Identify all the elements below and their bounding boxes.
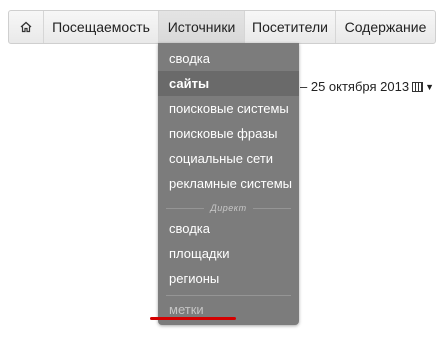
nav-home-button[interactable] bbox=[9, 11, 44, 43]
menu-item-direct-summary[interactable]: сводка bbox=[158, 216, 299, 241]
menu-item-ad-systems[interactable]: рекламные системы bbox=[158, 171, 299, 196]
date-range-text: – 25 октября 2013 bbox=[300, 79, 410, 94]
date-range-selector[interactable]: – 25 октября 2013 ▼ bbox=[300, 76, 438, 98]
menu-item-search-engines[interactable]: поисковые системы bbox=[158, 96, 299, 121]
menu-divider bbox=[166, 295, 291, 296]
sources-dropdown-menu: сводка сайты поисковые системы поисковые… bbox=[158, 43, 299, 325]
nav-item-visitors[interactable]: Посетители bbox=[245, 11, 336, 43]
menu-item-search-phrases[interactable]: поисковые фразы bbox=[158, 121, 299, 146]
highlight-underline bbox=[150, 317, 236, 320]
menu-item-social-networks[interactable]: социальные сети bbox=[158, 146, 299, 171]
nav-item-sources[interactable]: Источники bbox=[159, 11, 245, 43]
menu-item-sites[interactable]: сайты bbox=[158, 71, 299, 96]
nav-item-attendance[interactable]: Посещаемость bbox=[44, 11, 159, 43]
calendar-icon[interactable] bbox=[412, 82, 424, 92]
home-icon bbox=[20, 21, 32, 33]
menu-item-direct-platforms[interactable]: площадки bbox=[158, 241, 299, 266]
menu-item-summary[interactable]: сводка bbox=[158, 46, 299, 71]
nav-item-content[interactable]: Содержание bbox=[336, 11, 435, 43]
caret-down-icon[interactable]: ▼ bbox=[425, 76, 434, 98]
menu-section-direct-heading: Директ bbox=[166, 201, 291, 215]
top-nav-bar: Посещаемость Источники Посетители Содерж… bbox=[8, 10, 436, 44]
menu-item-direct-regions[interactable]: регионы bbox=[158, 266, 299, 291]
